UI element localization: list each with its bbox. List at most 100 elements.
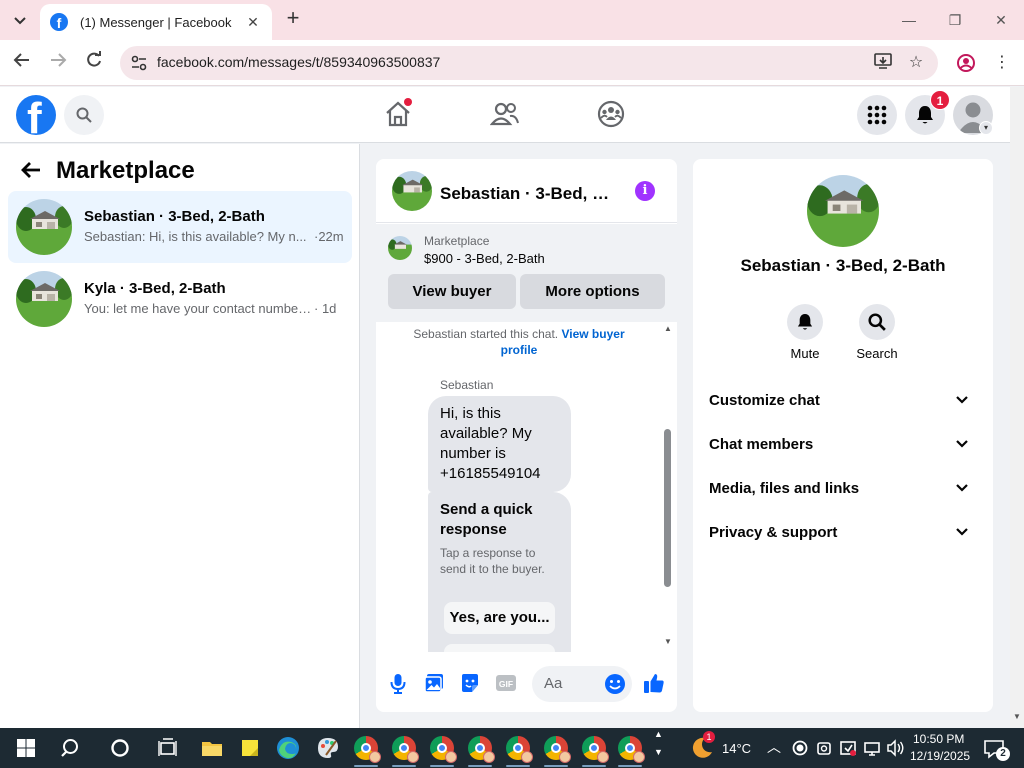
conversation-name: Sebastian · 3-Bed, 2-Bath [84, 208, 265, 225]
info-icon[interactable]: i [635, 181, 655, 201]
facebook-logo-icon[interactable]: f [16, 95, 56, 135]
view-buyer-button[interactable]: View buyer [388, 274, 516, 309]
chat-header: Sebastian · 3-Bed, 2-... i [376, 159, 677, 223]
show-hidden-icons-chevron-icon[interactable]: ︿ [767, 737, 781, 757]
chrome-profile-1-icon[interactable] [352, 734, 381, 763]
groups-icon[interactable] [596, 99, 626, 129]
listing-thumbnail [16, 199, 72, 255]
microphone-icon[interactable] [387, 672, 409, 694]
friends-icon[interactable] [490, 99, 520, 129]
emoji-icon[interactable] [604, 673, 626, 695]
media-files-links-section[interactable]: Media, files and links [701, 467, 985, 511]
bell-icon [797, 314, 813, 330]
message-input[interactable]: Aa [532, 666, 632, 702]
chevron-down-icon [14, 17, 26, 25]
photo-icon[interactable] [423, 672, 445, 694]
chrome-profile-8-icon[interactable] [616, 734, 645, 763]
windows-start-icon[interactable] [12, 734, 40, 762]
chrome-profile-7-icon[interactable] [580, 734, 609, 763]
marketplace-chats-panel: Marketplace Sebastian · 3-Bed, 2-Bath Se… [0, 144, 360, 728]
task-view-icon[interactable] [154, 734, 182, 762]
restore-button[interactable]: ❐ [943, 8, 967, 32]
forward-button[interactable] [45, 50, 71, 76]
running-app-indicator [582, 765, 606, 767]
chat-listing-thumbnail[interactable] [392, 171, 432, 211]
notification-center-count: 2 [996, 747, 1010, 761]
conversation-item[interactable]: Kyla · 3-Bed, 2-Bath You: let me have yo… [8, 263, 352, 335]
scroll-down-arrow-icon[interactable]: ▼ [662, 637, 674, 647]
svg-text:GIF: GIF [499, 679, 513, 689]
address-bar[interactable]: facebook.com/messages/t/859340963500837 … [120, 46, 938, 80]
install-app-icon[interactable] [873, 53, 893, 73]
message-list[interactable]: Sebastian started this chat. View buyer … [376, 322, 677, 652]
facebook-favicon-icon: f [50, 13, 68, 31]
sticky-notes-icon[interactable] [236, 734, 264, 762]
chrome-profile-3-icon[interactable] [428, 734, 457, 763]
back-button[interactable] [9, 50, 35, 76]
profile-icon[interactable] [956, 53, 976, 73]
page-title: Marketplace [56, 157, 195, 184]
chrome-profile-2-icon[interactable] [390, 734, 419, 763]
url-text: facebook.com/messages/t/859340963500837 [157, 54, 441, 70]
search-icon[interactable] [58, 734, 86, 762]
chat-details-panel: Sebastian · 3-Bed, 2-Bath Mute Search Cu… [693, 159, 993, 712]
notification-badge: 1 [930, 90, 950, 110]
running-app-indicator [506, 765, 530, 767]
tab-search-menu-button[interactable] [6, 7, 34, 35]
running-app-indicator [468, 765, 492, 767]
gif-icon[interactable]: GIF [495, 672, 517, 694]
details-listing-thumbnail [807, 175, 879, 247]
sticker-icon[interactable] [459, 672, 481, 694]
quick-response-option[interactable]: Yes, are you... [444, 602, 555, 634]
cortana-icon[interactable] [106, 734, 134, 762]
thumbs-up-icon[interactable] [643, 672, 665, 694]
menu-grid-button[interactable] [857, 95, 897, 135]
running-app-indicator [618, 765, 642, 767]
edge-browser-icon[interactable] [274, 734, 302, 762]
weather-badge: 1 [703, 731, 715, 743]
page-scrollbar[interactable] [1010, 87, 1024, 728]
back-arrow-icon[interactable] [20, 160, 42, 186]
browser-menu-icon[interactable]: ⋮ [992, 53, 1012, 73]
customize-chat-section[interactable]: Customize chat [701, 379, 985, 423]
file-explorer-icon[interactable] [198, 734, 226, 762]
tab-title: (1) Messenger | Facebook [80, 14, 232, 30]
bookmark-star-icon[interactable]: ☆ [906, 53, 926, 73]
search-icon [76, 107, 92, 123]
mute-button[interactable]: Mute [775, 304, 835, 361]
privacy-support-section[interactable]: Privacy & support [701, 511, 985, 555]
chrome-profile-4-icon[interactable] [466, 734, 495, 763]
windows-taskbar: ▲ ▼ 1 14°C ︿ 10:50 PM 12/19/2025 2 [0, 728, 1024, 768]
new-tab-button[interactable]: + [282, 7, 304, 30]
running-app-indicator [430, 765, 454, 767]
site-settings-icon[interactable] [130, 54, 148, 72]
quick-response-option-partial[interactable] [444, 644, 555, 652]
chat-members-section[interactable]: Chat members [701, 423, 985, 467]
chat-title[interactable]: Sebastian · 3-Bed, 2-... [440, 184, 616, 204]
page-scroll-down-icon[interactable]: ▼ [1013, 712, 1021, 721]
chrome-profile-5-icon[interactable] [504, 734, 533, 763]
reload-button[interactable] [81, 50, 107, 76]
more-options-button[interactable]: More options [520, 274, 665, 309]
search-in-chat-button[interactable]: Search [847, 304, 907, 361]
conversation-name: Kyla · 3-Bed, 2-Bath [84, 280, 226, 297]
chat-scrollbar[interactable] [664, 429, 671, 587]
close-window-button[interactable]: ✕ [989, 8, 1013, 32]
conversation-preview: Sebastian: Hi, is this available? My n..… [84, 229, 307, 244]
minimize-button[interactable]: — [897, 8, 921, 32]
volume-icon[interactable] [881, 734, 909, 762]
conversation-item[interactable]: Sebastian · 3-Bed, 2-Bath Sebastian: Hi,… [8, 191, 352, 263]
section-label: Chat members [709, 436, 814, 453]
clock-date[interactable]: 12/19/2025 [910, 749, 970, 763]
chrome-profile-6-icon[interactable] [542, 734, 571, 763]
facebook-search-button[interactable] [64, 95, 104, 135]
browser-tab[interactable]: f (1) Messenger | Facebook ✕ [40, 4, 272, 40]
clock-time[interactable]: 10:50 PM [913, 732, 964, 746]
taskbar-overflow-chevrons-icon[interactable]: ▲ ▼ [654, 730, 663, 757]
account-chevron-icon[interactable]: ▾ [979, 121, 993, 135]
message-bubble[interactable]: Hi, is this available? My number is +161… [428, 396, 571, 492]
arrow-left-icon [13, 53, 29, 67]
paint-app-icon[interactable] [314, 734, 342, 762]
scroll-up-arrow-icon[interactable]: ▲ [662, 324, 674, 334]
tab-close-icon[interactable]: ✕ [244, 14, 262, 31]
